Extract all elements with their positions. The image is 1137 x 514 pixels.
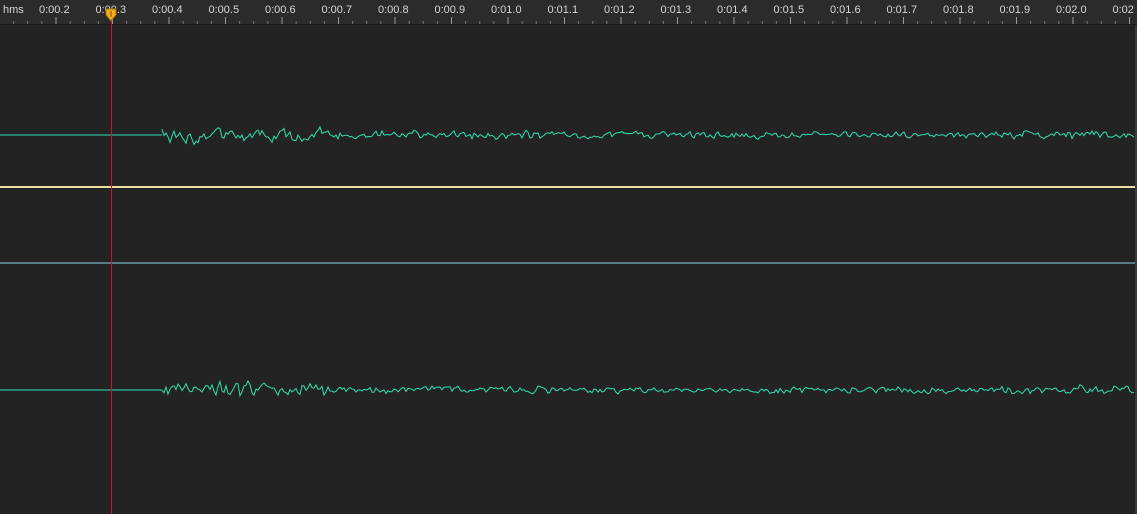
left-channel-waveform[interactable]: [161, 125, 1135, 146]
ruler-tick-label: 0:00.8: [378, 4, 409, 16]
ruler-tick-label: 0:00.2: [39, 4, 70, 16]
ruler-tick-label: 0:01.9: [999, 4, 1031, 16]
ruler-tick-label: 0:01.4: [717, 4, 748, 16]
ruler-tick-label: 0:01.1: [547, 4, 579, 16]
ruler-tick-label: 0:01.2: [604, 4, 635, 16]
right-channel-waveform[interactable]: [161, 379, 1135, 398]
ruler-tick-label: 0:01.3: [660, 4, 692, 16]
ruler-tick-label: 0:01.8: [943, 4, 974, 16]
ruler-tick-label: 0:00.6: [265, 4, 296, 16]
ruler-tick-label: 0:01.6: [830, 4, 861, 16]
ruler-tick-label: 0:01.5: [773, 4, 805, 16]
waveform-editor[interactable]: [0, 25, 1137, 514]
playhead-marker-icon[interactable]: [105, 8, 117, 22]
ruler-tick-label: 0:00.5: [208, 4, 240, 16]
ruler-tick-label: 0:00.4: [152, 4, 183, 16]
waveform-canvas[interactable]: [0, 25, 1137, 514]
time-ruler[interactable]: hms 0:00.20:00.30:00.40:00.50:00.60:00.7…: [0, 0, 1137, 25]
ruler-tick-label: 0:02.0: [1056, 4, 1087, 16]
ruler-tick-label: 0:00.9: [434, 4, 466, 16]
ruler-tick-label: 0:01.0: [491, 4, 522, 16]
ruler-tick-label: 0:00.7: [321, 4, 353, 16]
playhead-line[interactable]: [111, 13, 112, 514]
ruler-tick-label: 0:02: [1112, 4, 1134, 16]
ruler-tick-label: 0:01.7: [886, 4, 918, 16]
